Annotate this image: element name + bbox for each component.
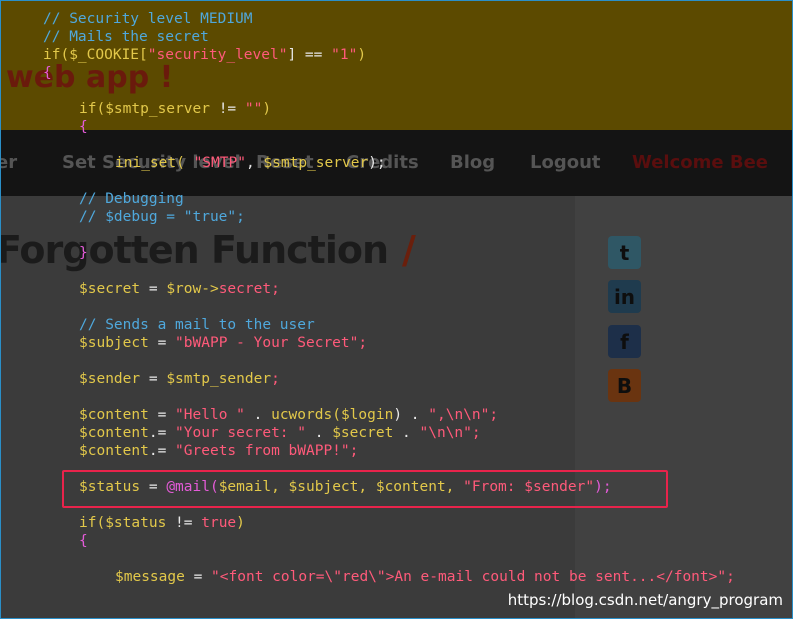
watermark-url: https://blog.csdn.net/angry_program	[507, 591, 783, 609]
page-title-text: Forgotten Function	[0, 228, 389, 272]
code-line: $sender = $smtp_sender;	[79, 371, 280, 387]
code-line: }	[79, 245, 88, 261]
code-line: {	[79, 119, 88, 135]
code-line: ini_set( "SMTP", $smtp_server);	[115, 155, 386, 171]
code-line: // Security level MEDIUM	[43, 11, 253, 27]
facebook-icon[interactable]: f	[608, 325, 641, 358]
code-line: $message = "<font color=\"red\">An e-mai…	[115, 569, 735, 585]
title-slash: /	[402, 228, 416, 272]
nav-item-partial[interactable]: er	[0, 152, 17, 173]
app-logo[interactable]: web app !	[6, 60, 173, 95]
code-line: // Mails the secret	[43, 29, 209, 45]
page-title: Forgotten Function /	[0, 228, 416, 272]
code-line: $subject = "bWAPP - Your Secret";	[79, 335, 368, 351]
code-line: if($_COOKIE["security_level"] == "1")	[43, 47, 367, 63]
code-line: // Sends a mail to the user	[79, 317, 315, 333]
twitter-icon[interactable]: t	[608, 236, 641, 269]
welcome-user-label: Welcome Bee	[632, 152, 768, 173]
linkedin-icon[interactable]: in	[608, 280, 641, 313]
code-line: $content.= "Greets from bWAPP!";	[79, 443, 359, 459]
code-line: if($status != true)	[79, 515, 245, 531]
highlight-box	[62, 470, 668, 508]
code-line: // $debug = "true";	[79, 209, 245, 225]
code-line: if($smtp_server != "")	[79, 101, 272, 117]
code-line: $content.= "Your secret: " . $secret . "…	[79, 425, 481, 441]
code-line: {	[79, 533, 88, 549]
nav-item-logout[interactable]: Logout	[530, 152, 601, 173]
blogger-icon[interactable]: B	[608, 369, 641, 402]
code-line: $secret = $row->secret;	[79, 281, 280, 297]
code-line: // Debugging	[79, 191, 184, 207]
code-line: $content = "Hello " . ucwords($login) . …	[79, 407, 499, 423]
nav-item-blog[interactable]: Blog	[450, 152, 495, 173]
code-line: {	[43, 65, 52, 81]
